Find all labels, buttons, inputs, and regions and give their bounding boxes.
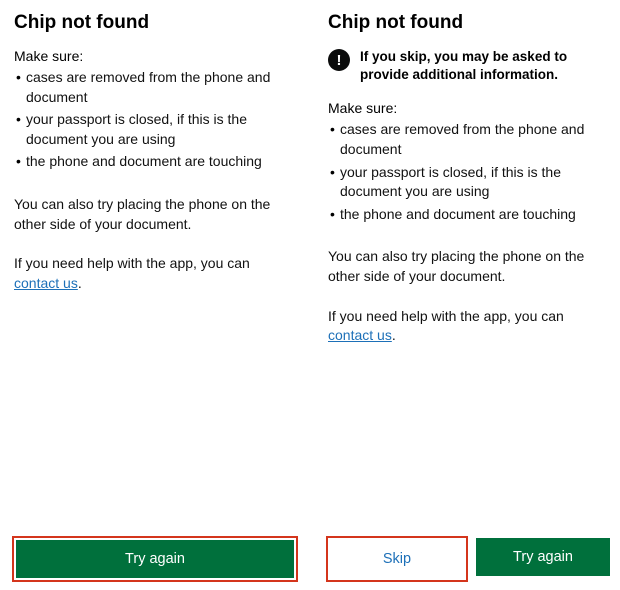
try-again-button[interactable]: Try again: [16, 540, 294, 578]
help-text: If you need help with the app, you can c…: [328, 307, 610, 346]
warning-text: If you skip, you may be asked to provide…: [360, 48, 610, 84]
list-item: the phone and document are touching: [328, 205, 610, 225]
list-item: your passport is closed, if this is the …: [14, 110, 296, 149]
panel-right: Chip not found ! If you skip, you may be…: [310, 0, 620, 590]
make-sure-label: Make sure:: [328, 100, 610, 116]
list-item: your passport is closed, if this is the …: [328, 163, 610, 202]
skip-button[interactable]: Skip: [330, 540, 464, 578]
help-prefix: If you need help with the app, you can: [14, 255, 250, 271]
help-suffix: .: [78, 275, 82, 291]
help-prefix: If you need help with the app, you can: [328, 308, 564, 324]
try-again-button[interactable]: Try again: [476, 538, 610, 576]
try-again-highlight: Try again: [14, 538, 296, 580]
warning-banner: ! If you skip, you may be asked to provi…: [328, 48, 610, 84]
list-item: cases are removed from the phone and doc…: [328, 120, 610, 159]
skip-highlight: Skip: [328, 538, 466, 580]
help-suffix: .: [392, 327, 396, 343]
page-title: Chip not found: [328, 12, 610, 34]
other-side-text: You can also try placing the phone on th…: [14, 195, 296, 234]
contact-us-link[interactable]: contact us: [14, 275, 78, 291]
make-sure-label: Make sure:: [14, 48, 296, 64]
page-title: Chip not found: [14, 12, 296, 34]
other-side-text: You can also try placing the phone on th…: [328, 247, 610, 286]
make-sure-list: cases are removed from the phone and doc…: [328, 120, 610, 227]
list-item: cases are removed from the phone and doc…: [14, 68, 296, 107]
help-text: If you need help with the app, you can c…: [14, 254, 296, 293]
make-sure-list: cases are removed from the phone and doc…: [14, 68, 296, 175]
list-item: the phone and document are touching: [14, 152, 296, 172]
exclamation-icon: !: [328, 49, 350, 71]
contact-us-link[interactable]: contact us: [328, 327, 392, 343]
panel-left: Chip not found Make sure: cases are remo…: [0, 0, 310, 590]
